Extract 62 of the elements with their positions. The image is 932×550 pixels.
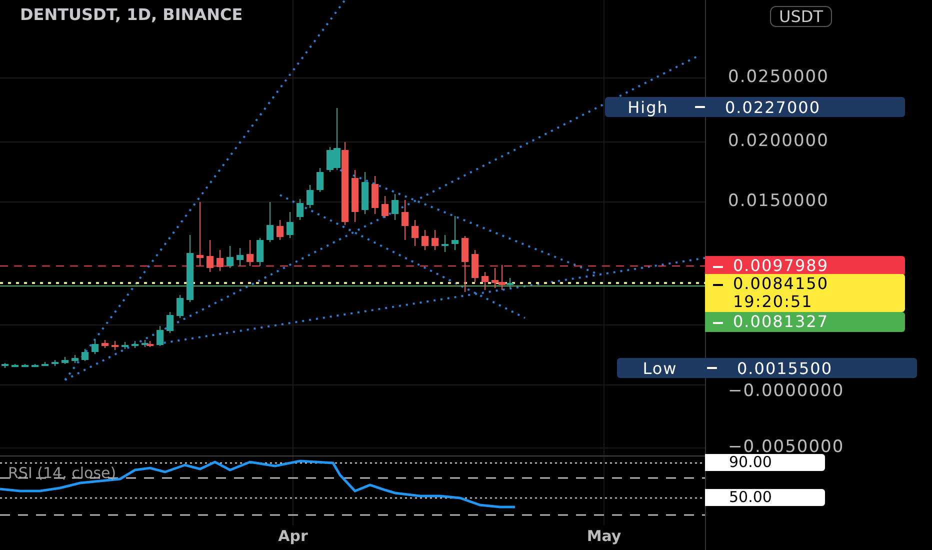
candle <box>166 312 174 334</box>
price-tag: 0.0081327 <box>705 312 905 332</box>
candle <box>2 362 8 368</box>
candle <box>22 364 28 368</box>
candle <box>186 234 194 302</box>
candle <box>52 360 58 366</box>
candle <box>392 194 398 220</box>
candle <box>156 326 164 346</box>
candle <box>306 184 314 208</box>
candle <box>196 202 204 266</box>
candle <box>122 342 128 350</box>
price-tick: −0.0000000 <box>728 381 844 401</box>
candle <box>296 198 304 220</box>
price-tag: 0.0084150 19:20:51 <box>705 274 905 312</box>
price-tick: −0.0050000 <box>728 437 844 457</box>
candle <box>12 364 18 368</box>
level-label: 50.00 <box>705 489 825 506</box>
candle <box>412 220 418 246</box>
candle <box>362 172 368 214</box>
candle <box>246 240 254 266</box>
candle <box>422 230 428 250</box>
candle <box>82 348 88 362</box>
candle <box>226 246 234 268</box>
candle <box>372 176 378 214</box>
candle <box>42 362 48 366</box>
price-marker: High 0.0227000 <box>605 97 905 117</box>
symbol-title: DENTUSDT, 1D, BINANCE <box>20 5 243 24</box>
price-tag: 0.0097989 <box>705 256 905 276</box>
price-marker: Low 0.0015500 <box>617 358 917 378</box>
date-label: May <box>586 527 622 545</box>
candle <box>92 340 98 354</box>
candle <box>462 236 468 292</box>
price-tick: 0.0150000 <box>728 191 829 211</box>
candle <box>216 250 224 272</box>
candle <box>72 354 78 364</box>
candle <box>112 340 118 350</box>
price-tick: 0.0200000 <box>728 131 829 151</box>
candle <box>206 240 214 272</box>
candle <box>402 200 408 240</box>
candle <box>102 340 108 348</box>
candle <box>132 340 138 348</box>
candle <box>452 216 458 250</box>
candle <box>432 230 438 250</box>
candle <box>266 202 274 242</box>
candle <box>176 294 184 318</box>
candle <box>382 196 388 218</box>
candle <box>352 170 358 222</box>
candle <box>32 364 38 368</box>
candle <box>62 356 68 364</box>
candle <box>276 220 284 240</box>
currency-badge[interactable]: USDT <box>770 6 832 27</box>
candle <box>472 250 478 282</box>
candle <box>286 212 294 238</box>
level-label: 90.00 <box>705 454 825 471</box>
indicator-label: RSI (14, close) <box>8 464 116 482</box>
date-label: Apr <box>277 527 309 545</box>
candle <box>256 238 264 266</box>
candle <box>316 168 324 192</box>
candle <box>236 248 244 266</box>
candle <box>442 234 448 252</box>
price-tick: 0.0250000 <box>728 67 829 87</box>
candle <box>482 272 488 290</box>
